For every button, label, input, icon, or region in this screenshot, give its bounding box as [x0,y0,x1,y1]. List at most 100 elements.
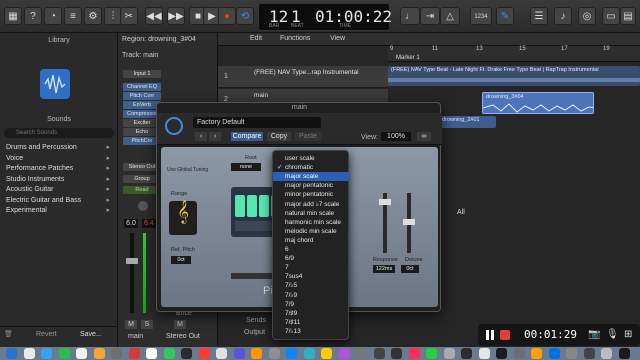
dock-app-icon[interactable] [198,348,210,359]
scale-dropdown-menu[interactable]: user scale ✓ chromatic major scale major pen… [272,150,350,340]
cycle-icon[interactable]: ⟲ [236,7,254,25]
dock-app-icon[interactable] [6,348,17,359]
stop-record-icon[interactable] [500,330,510,340]
rewind-icon[interactable]: ◀◀ [145,7,163,25]
response-handle[interactable] [379,199,391,205]
dock-app-icon[interactable] [548,348,560,359]
media-icon[interactable]: ▤ [620,7,636,25]
browser-icon[interactable]: ▭ [602,7,620,25]
clef-icon[interactable]: 𝄞 [169,201,197,235]
scale-option[interactable]: major pentatonic [273,181,350,190]
detune-value[interactable]: 0ct [401,265,419,273]
scale-option[interactable]: natural min scale [273,209,350,218]
functions-menu[interactable]: Functions [280,35,310,42]
scale-option[interactable]: ✓ chromatic [273,163,350,172]
power-icon[interactable] [165,117,183,135]
camera-icon[interactable]: 📷 [588,329,600,340]
forward-icon[interactable]: ▶▶ [167,7,185,25]
audio-region-selected[interactable]: drowning_3#04 [482,92,594,114]
scale-option[interactable]: 7/♭13 [273,327,350,336]
dock-app-icon[interactable] [251,348,262,359]
search-input[interactable]: Search Sounds [4,128,114,138]
pan-knob[interactable] [138,201,148,211]
compare-button[interactable]: Compare [231,132,263,141]
track-header[interactable]: 1 (FREE) NAV Type...rap Instrumental [218,66,388,88]
link-icon[interactable]: ∞ [417,132,431,141]
scissors-icon[interactable]: ✂ [120,7,138,25]
timeline-ruler[interactable]: Marker 1 9 11 13 15 17 19 [388,46,640,62]
dock-app-icon[interactable] [23,348,35,359]
dock-app-icon[interactable] [163,348,175,359]
category-item[interactable]: Acoustic Guitar [6,185,110,196]
audio-region[interactable]: drowning_2#01 [440,116,496,128]
dock-app-icon[interactable] [583,348,595,359]
loop-browser-icon[interactable]: ◎ [578,7,596,25]
dock-app-icon[interactable] [146,348,157,359]
settings-icon[interactable]: ⚙ [84,7,102,25]
revert-button[interactable]: Revert [36,331,57,338]
plugin-slot[interactable]: Channel EQ [123,83,161,91]
scale-option[interactable]: melodic min scale [273,227,350,236]
tuner-icon[interactable]: ♩ [400,7,420,25]
prev-preset-button[interactable]: ‹ [195,132,207,141]
category-item[interactable]: Experimental [6,206,110,217]
track-name[interactable]: (FREE) NAV Type...rap Instrumental [254,69,359,76]
help-icon[interactable]: ? [24,7,42,25]
response-value[interactable]: 122ms [373,265,395,273]
ref-pitch-value[interactable]: 0ct [171,256,191,264]
record-icon[interactable]: ● [218,7,236,25]
view-zoom-select[interactable]: 100% [381,132,411,141]
scale-option[interactable]: major scale [273,172,350,182]
scale-option[interactable]: 6/9 [273,254,350,263]
dock-app-icon[interactable] [443,348,455,359]
scale-option[interactable]: major add ♭7 scale [273,200,350,209]
view-menu[interactable]: View [330,35,345,42]
list-icon[interactable]: ☰ [530,7,548,25]
edit-menu[interactable]: Edit [250,35,262,42]
category-item[interactable]: Studio Instruments [6,175,110,186]
dock-app-icon[interactable] [286,348,297,359]
preset-menu[interactable]: Factory Default [193,117,321,128]
category-item[interactable]: Voice [6,154,110,165]
use-global-tuning-label[interactable]: Use Global Tuning [167,167,208,173]
note-key[interactable] [259,195,269,217]
dock-app-icon[interactable] [216,348,227,359]
dock-app-icon[interactable] [128,348,140,359]
dock-app-icon[interactable] [111,348,122,359]
dock-app-icon[interactable] [618,348,630,359]
mute-button[interactable]: M [125,320,137,329]
dock-app-icon[interactable] [566,348,577,359]
category-item[interactable]: Performance Patches [6,164,110,175]
track-name[interactable]: main [254,92,268,99]
scale-option[interactable]: 7sus4 [273,272,350,281]
scale-option[interactable]: maj chord [273,236,350,245]
scale-option[interactable]: harmonic min scale [273,218,350,227]
note-icon[interactable]: ♪ [554,7,572,25]
audio-region[interactable]: (FREE) NAV Type Beat - Late Night Ft. Dr… [388,66,640,86]
dock-app-icon[interactable] [321,348,332,359]
library-icon[interactable]: ▦ [4,7,22,25]
scale-option[interactable]: 7/♯9 [273,309,350,318]
dock-app-icon[interactable] [373,348,385,359]
solo-button[interactable]: S [141,320,153,329]
dock-app-icon[interactable] [303,348,315,359]
region-label[interactable]: Region: drowning_3#04 [122,35,196,45]
category-item[interactable]: Electric Guitar and Bass [6,196,110,207]
dock-app-icon[interactable] [601,348,612,359]
detune-handle[interactable] [403,219,415,225]
dock-app-icon[interactable] [268,348,280,359]
scale-option[interactable]: 7 [273,263,350,272]
paste-button[interactable]: Paste [295,132,321,141]
dock-app-icon[interactable] [513,348,525,359]
dock-app-icon[interactable] [41,348,52,359]
metronome-icon[interactable]: △ [440,7,460,25]
dock-app-icon[interactable] [478,348,490,359]
dock-app-icon[interactable] [391,348,402,359]
dock-app-icon[interactable] [461,348,472,359]
category-item[interactable]: Drums and Percussion [6,143,110,154]
scale-option[interactable]: 7/♭9 [273,291,350,300]
scale-option[interactable]: 7/9 [273,300,350,309]
dock-app-icon[interactable] [408,348,420,359]
marker-label[interactable]: Marker 1 [396,55,420,61]
grid-icon[interactable]: ⊞ [624,329,632,340]
